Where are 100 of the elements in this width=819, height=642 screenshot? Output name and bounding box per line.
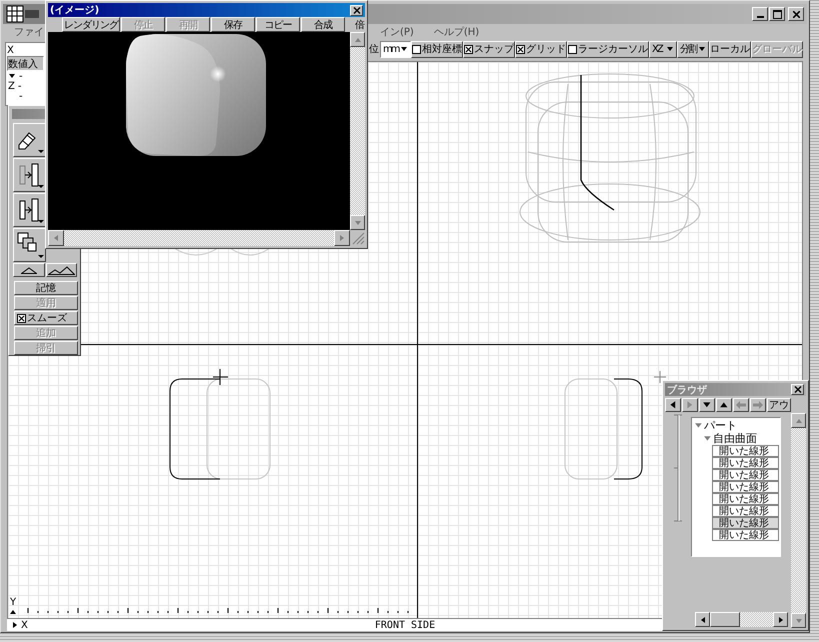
smooth-checkbox[interactable]: スムーズ	[14, 311, 78, 325]
scroll-thumb[interactable]	[710, 612, 740, 627]
x-axis-arrow-icon	[11, 621, 19, 629]
toolbar-checkbox[interactable]: スナップ	[463, 40, 515, 58]
horizontal-scrollbar[interactable]	[48, 230, 350, 246]
toolbar-checkbox[interactable]: 相対座標	[411, 40, 463, 58]
checkbox-icon[interactable]	[464, 44, 473, 54]
plane-dropdown[interactable]: XZ	[649, 40, 677, 58]
cursor-icon	[212, 368, 228, 386]
window-title: (イメージ)	[50, 4, 100, 17]
coordinate-value: -	[18, 80, 22, 92]
checkbox-icon[interactable]	[568, 44, 577, 54]
dropdown-caret-icon	[666, 45, 674, 53]
vertical-scrollbar[interactable]	[791, 413, 806, 628]
horizontal-scrollbar[interactable]	[695, 612, 788, 627]
nav-button[interactable]	[665, 398, 681, 412]
down-arrow-icon	[354, 218, 362, 226]
minimize-icon	[756, 16, 764, 18]
up-arrow-icon	[794, 416, 802, 424]
up-arrow-icon	[354, 36, 362, 44]
toolbar-button[interactable]: ローカル	[709, 40, 751, 58]
scroll-left-button[interactable]	[48, 230, 64, 246]
maximize-icon	[772, 10, 782, 18]
axis-label: Z	[8, 80, 15, 92]
toolbar-checkbox[interactable]: ラージカーソル	[567, 40, 649, 58]
up-arrow-icon	[719, 400, 729, 410]
scroll-down-button[interactable]	[350, 215, 365, 230]
dropdown-caret-icon	[400, 45, 408, 53]
tool-button[interactable]	[13, 158, 46, 192]
checkbox-icon[interactable]	[412, 44, 421, 54]
scroll-up-button[interactable]	[350, 32, 365, 47]
unit-dropdown[interactable]: mm	[380, 40, 411, 58]
tree-item[interactable]: 開いた線形	[712, 469, 779, 481]
tree-item[interactable]: 開いた線形	[712, 457, 779, 469]
app-icon	[6, 5, 40, 23]
checkbox-icon[interactable]	[516, 44, 525, 54]
right-arrow-icon	[685, 400, 695, 410]
close-button[interactable]	[791, 384, 804, 395]
render-toolbar-button[interactable]: 合成	[301, 17, 345, 32]
tree-item[interactable]: 開いた線形	[712, 505, 779, 517]
split-dropdown[interactable]: 分割	[677, 40, 709, 58]
cursor-icon	[654, 370, 666, 384]
forward-arrow-icon	[752, 400, 764, 410]
tool-button[interactable]	[46, 263, 77, 277]
tool-button[interactable]	[13, 193, 46, 227]
render-toolbar-button[interactable]: 保存	[211, 17, 255, 32]
tree-view[interactable]: パート 自由曲面 開いた線形 開いた線形 開いた線形 開いた線形 開いた線形 開いた線形 開いた線形 開いた線形	[691, 417, 781, 557]
tree-item[interactable]: 開いた線形	[712, 493, 779, 505]
menu-item[interactable]: ヘルプ(H)	[430, 24, 482, 38]
tool-text-button[interactable]: 記憶	[14, 281, 78, 295]
toolbar-checkbox[interactable]: グリッド	[515, 40, 567, 58]
unit-label: 位	[369, 43, 379, 56]
tree-item[interactable]: 開いた線形	[712, 445, 779, 457]
tool-button[interactable]	[13, 228, 46, 262]
left-arrow-icon	[52, 234, 60, 242]
nav-button[interactable]: アウ	[767, 398, 791, 412]
tree-item[interactable]: 開いた線形	[712, 529, 779, 541]
nav-button[interactable]	[699, 398, 715, 412]
close-button[interactable]	[350, 4, 363, 16]
axis-label: X	[7, 44, 14, 56]
menu-item[interactable]: イン(P)	[377, 24, 417, 38]
tree-item[interactable]: 自由曲面	[713, 431, 757, 446]
right-arrow-icon	[776, 616, 784, 624]
tree-item[interactable]: パート	[704, 418, 737, 433]
tool-button[interactable]	[13, 123, 46, 157]
marker-triangle-icon	[8, 72, 16, 80]
toolbar-label: 倍	[355, 18, 365, 32]
numeric-input-field[interactable]: 数値入	[7, 56, 44, 71]
scroll-left-button[interactable]	[695, 612, 710, 627]
axis-label: Y	[10, 597, 16, 608]
maximize-button[interactable]	[769, 7, 785, 21]
dropdown-caret-icon	[698, 45, 706, 53]
minimize-button[interactable]	[752, 7, 768, 21]
double-peak-icon	[48, 266, 75, 274]
render-toolbar-button[interactable]: コピー	[256, 17, 300, 32]
overlapping-squares-icon	[14, 230, 44, 260]
coordinate-value: -	[19, 90, 23, 102]
y-axis-arrow-icon	[9, 608, 17, 616]
render-toolbar-button[interactable]: レンダリング	[62, 17, 120, 32]
vertical-scrollbar[interactable]	[350, 32, 365, 230]
menu-item[interactable]: ファイ	[11, 24, 47, 38]
tree-item[interactable]: 開いた線形	[712, 481, 779, 493]
down-arrow-icon	[794, 616, 802, 624]
left-arrow-icon	[698, 616, 706, 624]
checkbox-icon[interactable]	[17, 314, 26, 322]
tree-item[interactable]: 開いた線形	[712, 517, 779, 529]
scroll-down-button[interactable]	[791, 613, 806, 628]
view-label: FRONT SIDE	[374, 620, 436, 630]
scroll-up-button[interactable]	[791, 413, 806, 428]
coordinate-value: -	[19, 70, 23, 82]
tool-button[interactable]	[13, 263, 44, 277]
expanded-triangle-icon[interactable]	[694, 421, 703, 430]
close-button[interactable]	[788, 7, 804, 21]
panel-title: ブラウザ	[667, 384, 707, 396]
scroll-right-button[interactable]	[773, 612, 788, 627]
nav-button[interactable]	[716, 398, 732, 412]
close-icon	[794, 386, 802, 393]
expanded-triangle-icon[interactable]	[703, 434, 712, 443]
scroll-right-button[interactable]	[334, 230, 350, 246]
close-icon	[352, 6, 360, 14]
